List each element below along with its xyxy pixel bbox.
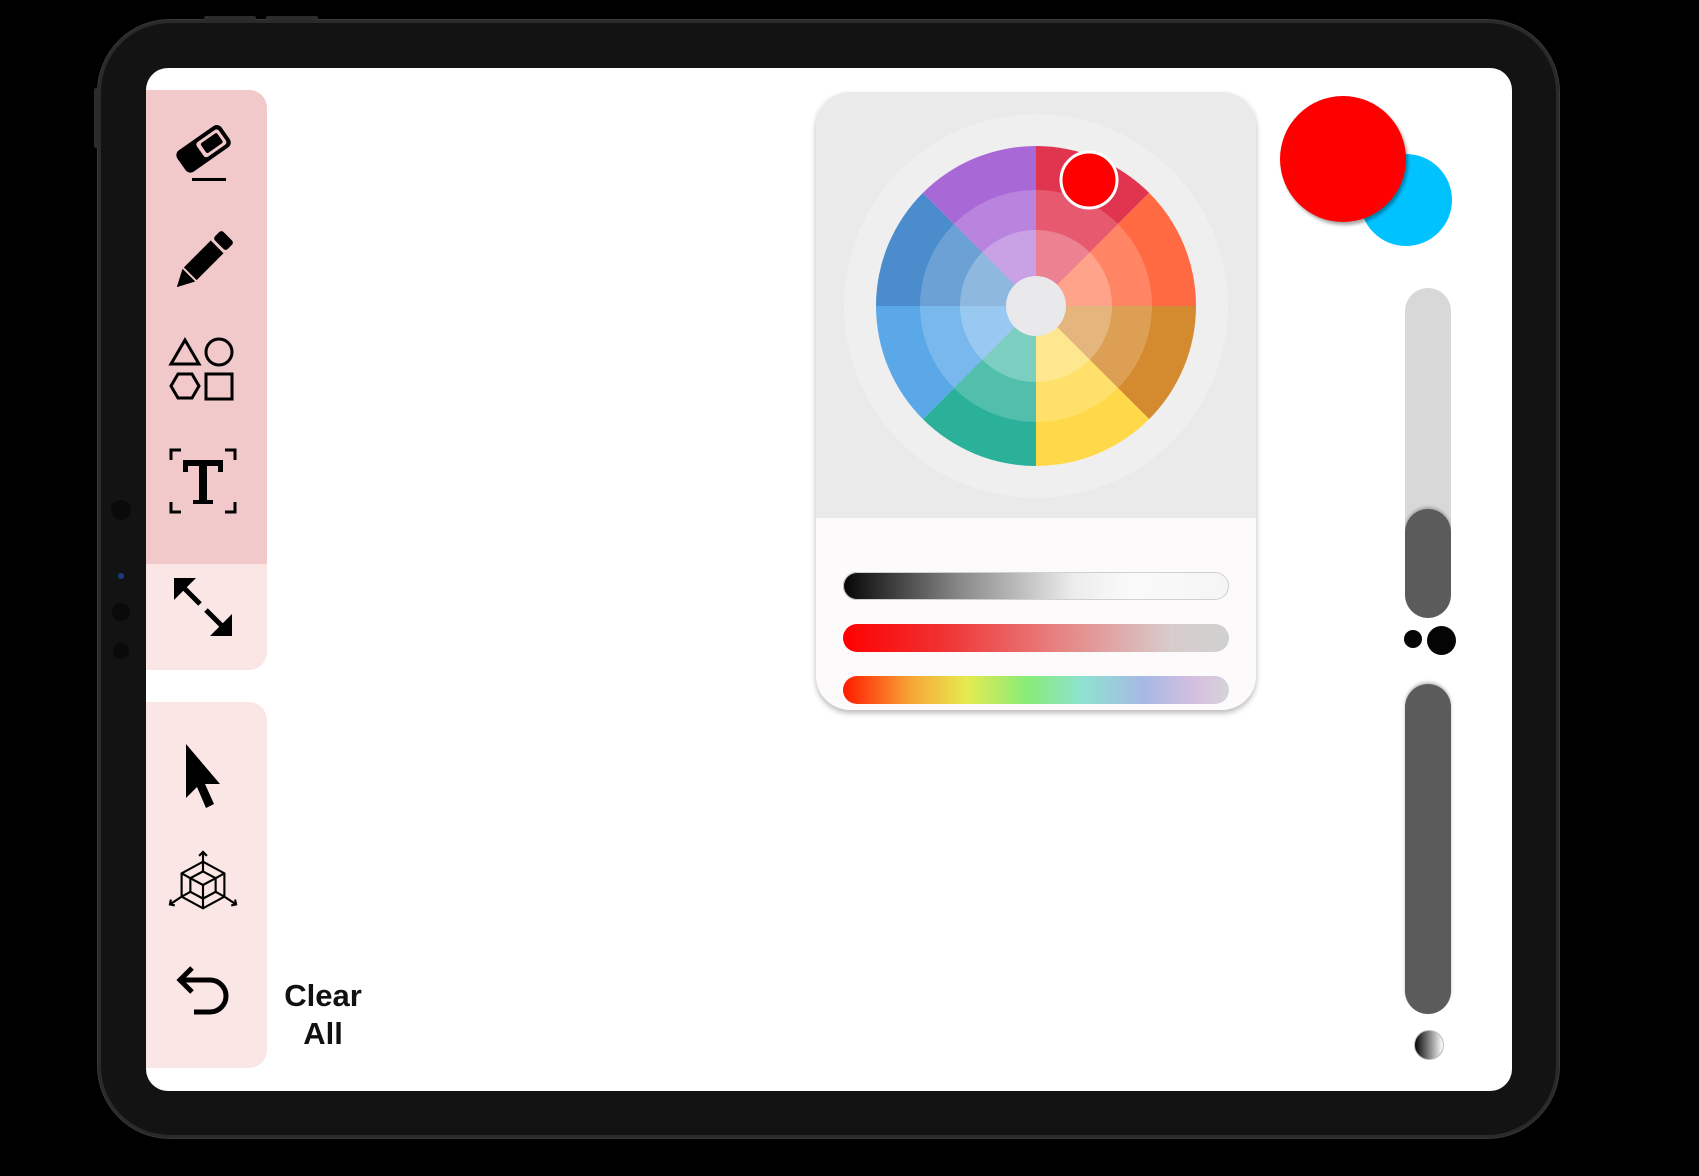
- pencil-tool-button[interactable]: [168, 226, 238, 296]
- cursor-icon: [186, 744, 220, 808]
- color-wheel[interactable]: [844, 114, 1228, 498]
- brush-size-fill: [1405, 509, 1451, 618]
- clear-all-button[interactable]: Clear All: [278, 977, 368, 1053]
- shapes-icon: [168, 337, 234, 401]
- camera-lens: [118, 573, 124, 579]
- sensor-dot: [113, 643, 129, 659]
- power-button: [266, 16, 318, 20]
- eraser-tool-button[interactable]: [168, 116, 238, 186]
- hue-slider[interactable]: [843, 676, 1229, 704]
- saturation-slider[interactable]: [843, 624, 1229, 652]
- text-tool-button[interactable]: [168, 446, 238, 516]
- wheel-selection-marker[interactable]: [1059, 150, 1119, 210]
- sensor-dot: [111, 500, 131, 520]
- primary-color-swatch[interactable]: [1280, 96, 1406, 222]
- undo-icon: [176, 966, 229, 1015]
- color-picker-panel: [816, 92, 1256, 710]
- sensor-dot: [112, 603, 130, 621]
- text-icon: [169, 448, 237, 514]
- volume-button-top: [204, 16, 256, 20]
- shapes-tool-button[interactable]: [168, 334, 238, 404]
- side-button: [94, 88, 99, 148]
- resize-tool-button[interactable]: [168, 572, 238, 642]
- expand-arrows-icon: [174, 578, 232, 636]
- undo-tool-button[interactable]: [168, 956, 238, 1026]
- brush-large-icon: [1427, 626, 1456, 655]
- tool-toolbar: [146, 90, 267, 670]
- select-tool-button[interactable]: [168, 742, 238, 812]
- eraser-icon: [176, 125, 231, 181]
- drawing-canvas[interactable]: Clear All: [146, 68, 1512, 1091]
- opacity-slider[interactable]: [1405, 684, 1451, 1014]
- brush-small-icon: [1404, 630, 1422, 648]
- opacity-gradient-icon: [1414, 1030, 1444, 1060]
- action-toolbar: [146, 702, 267, 1068]
- cube-3d-icon: [168, 850, 238, 910]
- color-wheel-graphic: [844, 114, 1228, 498]
- pencil-icon: [176, 231, 233, 288]
- brightness-slider[interactable]: [843, 572, 1229, 600]
- brush-size-slider[interactable]: [1405, 288, 1451, 618]
- 3d-tool-button[interactable]: [168, 850, 238, 920]
